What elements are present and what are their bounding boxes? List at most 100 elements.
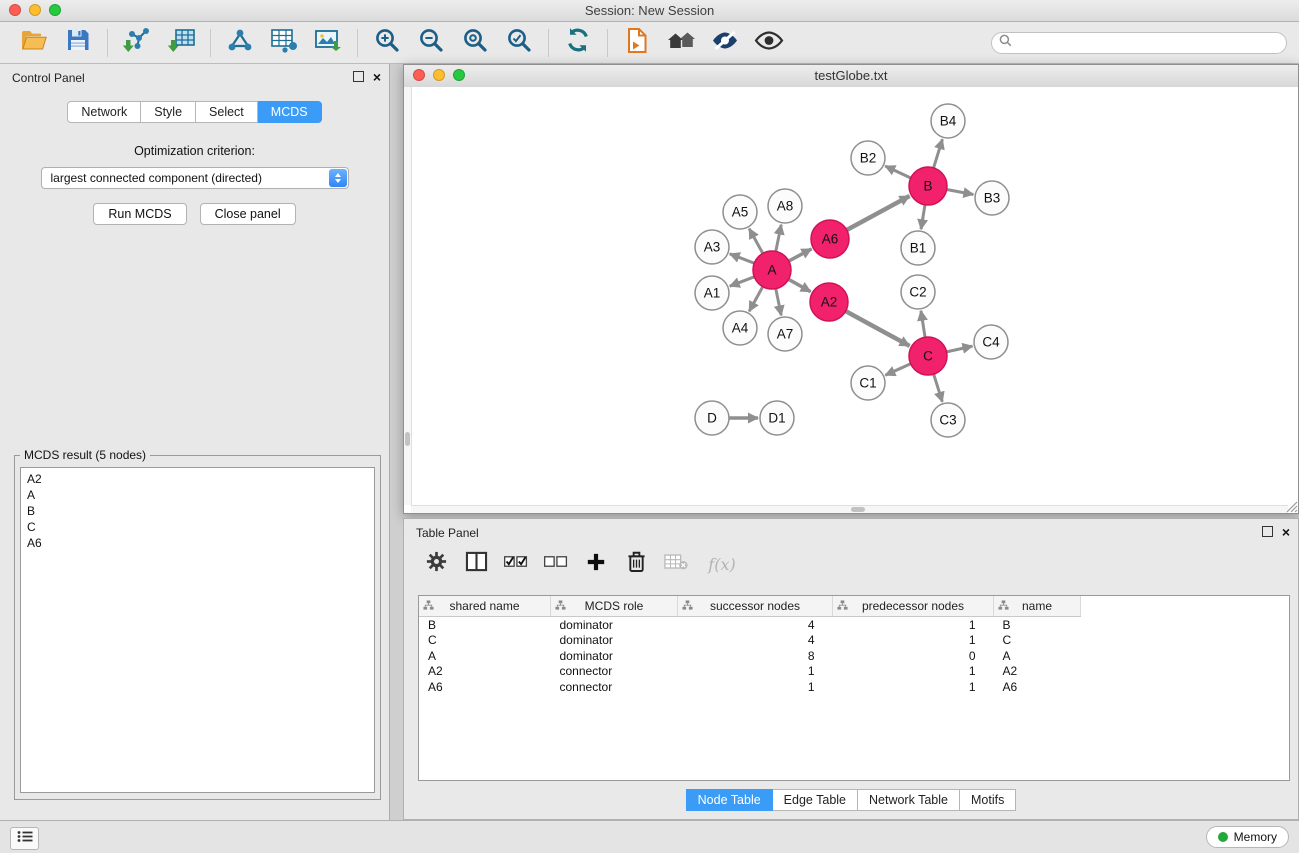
tab-node-table[interactable]: Node Table (686, 789, 773, 811)
network-edge-B-B3[interactable] (947, 190, 974, 195)
network-node-C3[interactable]: C3 (931, 403, 965, 437)
apply-layout-button[interactable] (556, 26, 600, 60)
table-cell[interactable]: A2 (419, 664, 551, 680)
table-cell[interactable]: 8 (678, 648, 833, 664)
table-cell[interactable]: dominator (551, 648, 678, 664)
apply-function-button[interactable]: f(x) (700, 549, 744, 579)
float-panel-icon[interactable] (353, 71, 364, 82)
network-node-C4[interactable]: C4 (974, 325, 1008, 359)
minimize-window-button[interactable] (29, 4, 41, 16)
column-header-successor-nodes[interactable]: successor nodes (678, 596, 833, 617)
tab-network-table[interactable]: Network Table (858, 789, 960, 811)
network-edge-A6-B[interactable] (847, 196, 910, 230)
network-edge-A-A7[interactable] (776, 289, 781, 316)
select-all-button[interactable] (500, 549, 532, 579)
criterion-dropdown[interactable]: largest connected component (directed) (41, 167, 349, 189)
table-cell[interactable]: 1 (678, 664, 833, 680)
export-image-button[interactable] (306, 26, 350, 60)
show-panels-button[interactable] (10, 827, 39, 850)
resize-grip-icon[interactable] (1286, 501, 1298, 513)
network-node-D[interactable]: D (695, 401, 729, 435)
column-header-mcds-role[interactable]: MCDS role (551, 596, 678, 617)
close-panel-button[interactable]: Close panel (200, 203, 296, 225)
network-node-D1[interactable]: D1 (760, 401, 794, 435)
network-edge-A-A8[interactable] (776, 225, 781, 252)
tab-edge-table[interactable]: Edge Table (773, 789, 858, 811)
table-cell[interactable]: connector (551, 664, 678, 680)
home-button[interactable] (659, 26, 703, 60)
network-edge-C-C1[interactable] (885, 364, 910, 375)
network-edge-B-B1[interactable] (921, 205, 925, 229)
search-input[interactable] (1017, 35, 1279, 51)
table-cell[interactable]: 1 (833, 679, 994, 695)
network-node-A8[interactable]: A8 (768, 189, 802, 223)
table-row[interactable]: Adominator80A (419, 648, 1081, 664)
close-window-button[interactable] (9, 4, 21, 16)
table-cell[interactable]: A6 (994, 679, 1081, 695)
network-close-button[interactable] (413, 69, 425, 81)
delete-row-button[interactable] (620, 549, 652, 579)
add-row-button[interactable] (580, 549, 612, 579)
network-edge-A-A3[interactable] (730, 254, 755, 263)
network-minimize-button[interactable] (433, 69, 445, 81)
table-cell[interactable]: C (419, 633, 551, 649)
tab-mcds[interactable]: MCDS (258, 101, 322, 123)
new-table-button[interactable] (262, 26, 306, 60)
session-file-button[interactable] (615, 26, 659, 60)
zoom-in-button[interactable] (365, 26, 409, 60)
network-node-C2[interactable]: C2 (901, 275, 935, 309)
show-all-button[interactable] (747, 26, 791, 60)
tab-select[interactable]: Select (196, 101, 258, 123)
network-node-A5[interactable]: A5 (723, 195, 757, 229)
network-edge-C-C3[interactable] (934, 374, 943, 402)
zoom-fit-button[interactable] (453, 26, 497, 60)
network-node-B[interactable]: B (909, 167, 947, 205)
network-edge-A-A6[interactable] (789, 249, 812, 261)
close-table-panel-icon[interactable]: × (1282, 527, 1290, 537)
network-horizontal-scrollbar[interactable] (411, 505, 1288, 513)
table-row[interactable]: A6connector11A6 (419, 679, 1081, 695)
table-cell[interactable]: dominator (551, 633, 678, 649)
network-edge-A-A4[interactable] (749, 287, 763, 312)
show-columns-button[interactable] (460, 549, 492, 579)
network-canvas[interactable]: B4B2BB3A5A8A6A3B1AA1C2A2A4A7C4CC1DD1C3 (404, 87, 1298, 513)
table-settings-button[interactable] (420, 549, 452, 579)
zoom-selected-button[interactable] (497, 26, 541, 60)
maximize-window-button[interactable] (49, 4, 61, 16)
tab-style[interactable]: Style (141, 101, 196, 123)
import-table-button[interactable] (159, 26, 203, 60)
table-cell[interactable]: 1 (833, 617, 994, 633)
import-network-button[interactable] (115, 26, 159, 60)
table-cell[interactable]: A (994, 648, 1081, 664)
network-node-B2[interactable]: B2 (851, 141, 885, 175)
table-cell[interactable]: dominator (551, 617, 678, 633)
tab-motifs[interactable]: Motifs (960, 789, 1016, 811)
toolbar-search[interactable] (991, 32, 1287, 54)
network-edge-C-C2[interactable] (921, 311, 925, 337)
table-cell[interactable]: 1 (678, 679, 833, 695)
network-node-A1[interactable]: A1 (695, 276, 729, 310)
column-header-predecessor-nodes[interactable]: predecessor nodes (833, 596, 994, 617)
network-node-B1[interactable]: B1 (901, 231, 935, 265)
tab-network[interactable]: Network (67, 101, 141, 123)
new-network-button[interactable] (218, 26, 262, 60)
table-cell[interactable]: B (994, 617, 1081, 633)
network-node-A3[interactable]: A3 (695, 230, 729, 264)
network-node-B3[interactable]: B3 (975, 181, 1009, 215)
network-edge-B-B2[interactable] (885, 166, 911, 178)
table-cell[interactable]: A (419, 648, 551, 664)
deselect-all-button[interactable] (540, 549, 572, 579)
network-edge-C-C4[interactable] (947, 346, 973, 352)
close-panel-icon[interactable]: × (373, 72, 381, 82)
table-cell[interactable]: A2 (994, 664, 1081, 680)
table-cell[interactable]: B (419, 617, 551, 633)
table-cell[interactable]: 4 (678, 617, 833, 633)
network-vertical-scrollbar[interactable] (404, 87, 412, 505)
network-edge-A-A5[interactable] (749, 229, 763, 254)
run-mcds-button[interactable]: Run MCDS (93, 203, 186, 225)
network-node-C1[interactable]: C1 (851, 366, 885, 400)
network-node-A4[interactable]: A4 (723, 311, 757, 345)
column-header-name[interactable]: name (994, 596, 1081, 617)
network-node-A[interactable]: A (753, 251, 791, 289)
zoom-out-button[interactable] (409, 26, 453, 60)
